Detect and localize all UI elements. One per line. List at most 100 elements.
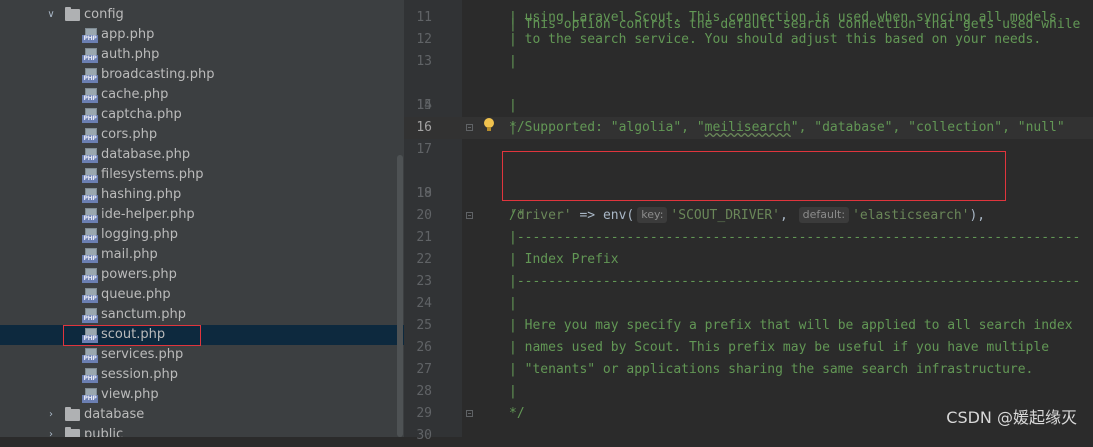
php-file-icon: PHP <box>82 148 98 163</box>
code-text: | to the search service. You should adju… <box>509 32 1042 47</box>
code-line-21: 21 |-------------------------------------… <box>404 227 1093 249</box>
line-number: 22 <box>416 252 432 267</box>
folder-icon <box>65 407 80 421</box>
fold-icon[interactable] <box>466 212 473 219</box>
tree-folder-label: public <box>84 427 124 437</box>
code-text: | <box>509 296 517 311</box>
watermark: CSDN @媛起缘灭 <box>946 408 1077 427</box>
chevron-down-icon[interactable]: ∨ <box>46 5 56 25</box>
tree-file-queue[interactable]: PHP queue.php <box>0 285 404 305</box>
fold-icon[interactable] <box>466 124 473 131</box>
tree-file-scout[interactable]: PHP scout.php <box>0 325 404 345</box>
php-file-icon: PHP <box>82 248 98 263</box>
tree-file-label: sanctum.php <box>101 307 187 322</box>
line-number: 25 <box>416 318 432 333</box>
php-file-icon: PHP <box>82 68 98 83</box>
tree-file-cache[interactable]: PHP cache.php <box>0 85 404 105</box>
tree-file-label: view.php <box>101 387 159 402</box>
php-file-icon: PHP <box>82 168 98 183</box>
code-line-22: 22 | Index Prefix <box>404 249 1093 271</box>
tree-file-cors[interactable]: PHP cors.php <box>0 125 404 145</box>
tree-folder-config[interactable]: ∨ config <box>0 5 404 25</box>
line-number: 29 <box>416 406 432 421</box>
tree-file-broadcasting[interactable]: PHP broadcasting.php <box>0 65 404 85</box>
param-hint-default: default: <box>798 207 850 223</box>
tree-file-filesystems[interactable]: PHP filesystems.php <box>0 165 404 185</box>
tree-folder-label: config <box>84 7 124 22</box>
selected-file-highlight <box>63 325 201 346</box>
code-line-14: 14 | Supported: "algolia", "meilisearch"… <box>404 73 1093 135</box>
folder-icon <box>65 427 80 437</box>
line-number: 23 <box>416 274 432 289</box>
code-line-27: 27 | "tenants" or applications sharing th… <box>404 359 1093 381</box>
php-file-icon: PHP <box>82 28 98 43</box>
project-tree: ∨ config PHP app.php PHP auth.php PHP broadca… <box>0 0 404 437</box>
tree-file-label: queue.php <box>101 287 171 302</box>
code-text: |---------------------------------------… <box>509 230 1081 245</box>
code-text: | Here you may specify a prefix that wil… <box>509 318 1073 333</box>
line-number: 27 <box>416 362 432 377</box>
line-number: 28 <box>416 384 432 399</box>
code-text: | names used by Scout. This prefix may b… <box>509 340 1050 355</box>
tree-file-label: filesystems.php <box>101 167 204 182</box>
code-line-11: 11 | using Laravel Scout. This connection… <box>404 7 1093 29</box>
driver-line-highlight <box>502 151 1006 201</box>
lightbulb-icon[interactable] <box>484 118 494 131</box>
tree-folder-label: database <box>84 407 145 422</box>
code-line-28: 28 | <box>404 381 1093 403</box>
php-file-icon: PHP <box>82 228 98 243</box>
fold-icon[interactable] <box>466 410 473 417</box>
line-number: 13 <box>416 54 432 69</box>
php-file-icon: PHP <box>82 88 98 103</box>
tree-file-label: cache.php <box>101 87 169 102</box>
tree-folder-database[interactable]: › database <box>0 405 404 425</box>
code-text: |---------------------------------------… <box>509 274 1081 289</box>
php-file-icon: PHP <box>82 128 98 143</box>
code-line-24: 24 | <box>404 293 1093 315</box>
tree-file-label: captcha.php <box>101 107 182 122</box>
tree-file-sanctum[interactable]: PHP sanctum.php <box>0 305 404 325</box>
line-number: 12 <box>416 32 432 47</box>
code-line-15: 15 | <box>404 95 1093 117</box>
tree-file-logging[interactable]: PHP logging.php <box>0 225 404 245</box>
tree-folder-public[interactable]: › public <box>0 425 404 437</box>
tree-file-captcha[interactable]: PHP captcha.php <box>0 105 404 125</box>
folder-icon <box>65 7 80 21</box>
tree-file-auth[interactable]: PHP auth.php <box>0 45 404 65</box>
tree-file-label: powers.php <box>101 267 177 282</box>
code-editor[interactable]: | This option controls the default searc… <box>404 0 1093 443</box>
tree-file-label: hashing.php <box>101 187 182 202</box>
tree-file-database[interactable]: PHP database.php <box>0 145 404 165</box>
chevron-right-icon[interactable]: › <box>46 405 56 425</box>
tree-file-app[interactable]: PHP app.php <box>0 25 404 45</box>
tree-file-view[interactable]: PHP view.php <box>0 385 404 405</box>
tree-file-session[interactable]: PHP session.php <box>0 365 404 385</box>
php-file-icon: PHP <box>82 348 98 363</box>
code-line-30: 30 <box>404 425 1093 447</box>
tree-file-mail[interactable]: PHP mail.php <box>0 245 404 265</box>
tree-scrollbar[interactable] <box>397 155 403 437</box>
code-text: | using Laravel Scout. This connection i… <box>509 10 1057 25</box>
code-line-13: 13 | <box>404 51 1093 73</box>
php-file-icon: PHP <box>82 288 98 303</box>
line-number: 26 <box>416 340 432 355</box>
php-file-icon: PHP <box>82 208 98 223</box>
code-text: | <box>509 384 517 399</box>
tree-file-ide-helper[interactable]: PHP ide-helper.php <box>0 205 404 225</box>
tree-file-label: cors.php <box>101 127 158 142</box>
tree-file-label: broadcasting.php <box>101 67 215 82</box>
php-file-icon: PHP <box>82 368 98 383</box>
tree-file-label: session.php <box>101 367 178 382</box>
chevron-right-icon[interactable]: › <box>46 425 56 437</box>
code-line-26: 26 | names used by Scout. This prefix may… <box>404 337 1093 359</box>
code-text: | <box>509 54 517 69</box>
tree-file-label: services.php <box>101 347 184 362</box>
supported-comment: | Supported: "algolia", "meilisearch", "… <box>509 120 1065 135</box>
driver-config-line: 'driver' => env(key: 'SCOUT_DRIVER', defa… <box>509 207 986 223</box>
tree-file-services[interactable]: PHP services.php <box>0 345 404 365</box>
code-line-25: 25 | Here you may specify a prefix that w… <box>404 315 1093 337</box>
tree-file-powers[interactable]: PHP powers.php <box>0 265 404 285</box>
tree-file-label: app.php <box>101 27 155 42</box>
code-line-12: 12 | to the search service. You should ad… <box>404 29 1093 51</box>
tree-file-hashing[interactable]: PHP hashing.php <box>0 185 404 205</box>
